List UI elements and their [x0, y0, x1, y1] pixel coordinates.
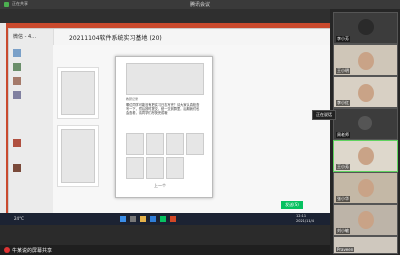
viewer-thumb[interactable]: [126, 133, 144, 155]
message-image[interactable]: [57, 67, 99, 119]
clock-date: 2021/11/4: [296, 219, 314, 223]
participant-tile[interactable]: 周老师: [333, 108, 398, 140]
avatar: [358, 19, 374, 35]
participant-name: 刘小敏: [336, 228, 350, 234]
viewer-image-top: [126, 63, 204, 95]
viewer-thumb[interactable]: [126, 157, 144, 179]
viewer-caption: 教研记录: [126, 97, 139, 101]
participant-tile[interactable]: 王小芳: [333, 140, 398, 172]
participant-tile[interactable]: 张小华: [333, 172, 398, 204]
participant-name: 张小华: [336, 196, 350, 202]
participant-name: 王小明: [336, 68, 350, 74]
participant-name: Praveen: [336, 247, 355, 252]
viewer-prev-button[interactable]: 上一个: [154, 183, 166, 189]
start-icon[interactable]: [120, 216, 126, 222]
chat-sidebar: 微信 - 4…: [9, 29, 54, 223]
chat-sidebar-label: 微信 - 4…: [13, 34, 37, 40]
avatar[interactable]: [13, 91, 21, 99]
speaking-tooltip: 正在说话: [312, 110, 336, 120]
viewer-thumb[interactable]: [146, 133, 164, 155]
slide-strip: [0, 23, 6, 223]
clock-time: 12:11: [296, 214, 307, 218]
participant-name: 李小红: [336, 100, 350, 106]
avatar: [358, 84, 374, 102]
avatar: [358, 52, 374, 70]
chat-title: 20211104软件系统实习基地 (20): [69, 35, 162, 42]
folder-icon[interactable]: [140, 216, 146, 222]
edge-icon[interactable]: [150, 216, 156, 222]
avatar: [358, 147, 374, 165]
participant-tile[interactable]: Praveen: [333, 236, 398, 254]
powerpoint-icon[interactable]: [170, 216, 176, 222]
avatar: [358, 179, 374, 197]
participant-name: 周老师: [336, 132, 350, 138]
participant-tile[interactable]: 李小芳: [333, 12, 398, 44]
avatar[interactable]: [13, 49, 21, 57]
image-thumbnail: [61, 71, 95, 115]
sharing-icon: [4, 2, 9, 7]
viewer-thumb[interactable]: [146, 157, 164, 179]
title-bar: 腾讯会议 正在共享: [0, 0, 400, 9]
avatar: [358, 211, 374, 229]
wechat-icon[interactable]: [160, 216, 166, 222]
avatar[interactable]: [13, 63, 21, 71]
weather-label: 24°C: [14, 216, 24, 221]
image-thumbnail: [61, 129, 95, 183]
participant-name: 李小芳: [336, 36, 350, 42]
avatar[interactable]: [13, 139, 21, 147]
viewer-thumb[interactable]: [166, 157, 184, 179]
avatar[interactable]: [13, 164, 21, 172]
participant-tile[interactable]: 刘小敏: [333, 204, 398, 236]
image-viewer: 教研记录 哪位同学可能没有把实习日志写完？请大家认真检查写一下，然后按时提交，统…: [115, 56, 213, 198]
viewer-thumb[interactable]: [186, 133, 204, 155]
taskbar: 24°C 12:11 2021/11/4: [0, 213, 330, 225]
participant-name: 王小芳: [336, 164, 350, 170]
sharing-label: 正在共享: [12, 1, 28, 6]
viewer-text: 哪位同学可能没有把实习日志写完？请大家认真检查写一下，然后按时提交，统一交到群里…: [126, 103, 200, 116]
avatar[interactable]: [13, 77, 21, 85]
status-text: 牛某说的屏幕共享: [12, 248, 53, 254]
search-icon[interactable]: [130, 216, 136, 222]
window-title: 腾讯会议: [189, 2, 210, 8]
record-icon: [4, 247, 10, 253]
send-button[interactable]: 发送(S): [281, 201, 303, 209]
participant-tile[interactable]: 李小红: [333, 76, 398, 108]
viewer-thumb[interactable]: [166, 133, 184, 155]
avatar: [358, 116, 372, 130]
participant-tile[interactable]: 王小明: [333, 44, 398, 76]
message-image[interactable]: [57, 125, 99, 187]
